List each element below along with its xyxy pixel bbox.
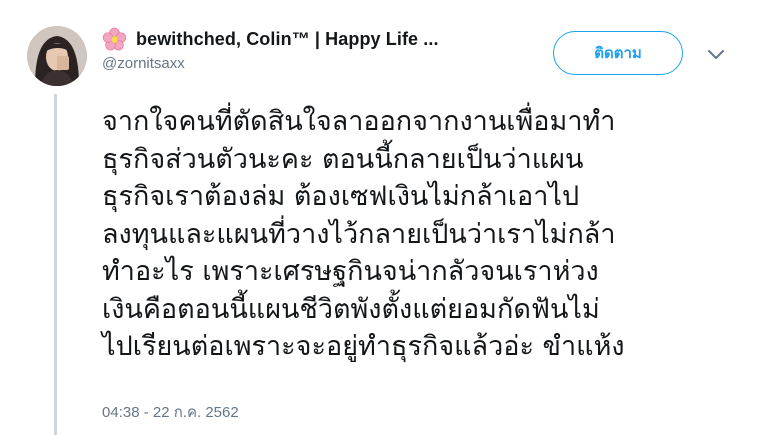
tweet-text: จากใจคนที่ตัดสินใจลาออกจากงานเพื่อมาทำ ธ… [102, 103, 742, 366]
name-row: bewithched, Colin™ | Happy Life ... [102, 27, 532, 52]
flower-icon [102, 27, 127, 51]
chevron-down-icon[interactable] [707, 49, 725, 61]
tweet-line: ลงทุนและแผนที่วางไว้กลายเป็นว่าเราไม่กล้… [102, 218, 616, 250]
tweet-timestamp[interactable]: 04:38 - 22 ก.ค. 2562 [102, 400, 239, 424]
thread-line [54, 94, 57, 435]
tweet-line: ธุรกิจส่วนตัวนะคะ ตอนนี้กลายเป็นว่าแผน [102, 143, 584, 175]
follow-button[interactable]: ติดตาม [553, 31, 683, 75]
user-handle[interactable]: @zornitsaxx [102, 55, 532, 72]
tweet-header: bewithched, Colin™ | Happy Life ... @zor… [102, 27, 532, 72]
avatar-photo [27, 26, 87, 86]
tweet-line: เงินคือตอนนี้แผนชีวิตพังตั้งแต่ยอมกัดฟัน… [102, 293, 600, 325]
tweet-line: ไปเรียนต่อเพราะจะอยู่ทำธุรกิจแล้วอ่ะ ขำแ… [102, 331, 625, 362]
display-name[interactable]: bewithched, Colin™ | Happy Life ... [136, 29, 439, 50]
avatar[interactable] [27, 26, 87, 86]
tweet-line: ธุรกิจเราต้องล่ม ต้องเซฟเงินไม่กล้าเอาไป [102, 181, 580, 212]
tweet-line: ทำอะไร เพราะเศรษฐกินจน่ากลัวจนเราห่วง [102, 256, 599, 287]
tweet-line: จากใจคนที่ตัดสินใจลาออกจากงานเพื่อมาทำ [102, 106, 616, 137]
